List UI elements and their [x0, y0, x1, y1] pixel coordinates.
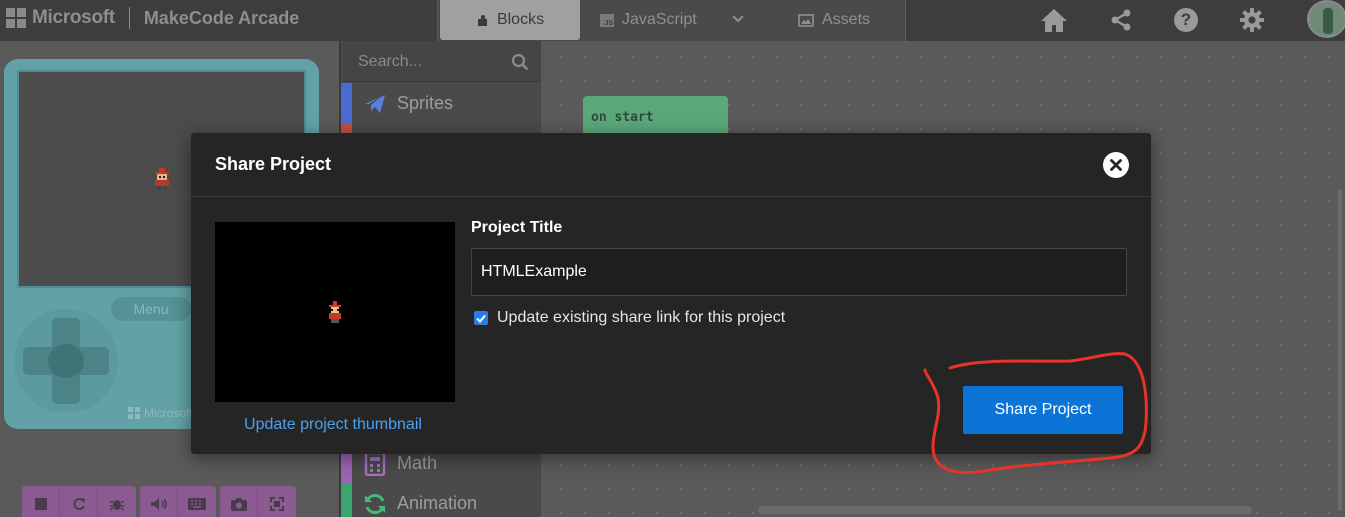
- settings-button[interactable]: [1238, 6, 1266, 34]
- stop-button[interactable]: [22, 486, 60, 517]
- console-brand-label: Microsoft: [144, 406, 193, 420]
- dpad-center: [48, 344, 84, 378]
- brand-divider: [128, 7, 130, 29]
- home-button[interactable]: [1040, 6, 1068, 34]
- home-icon: [1041, 9, 1067, 32]
- category-stripe: [341, 123, 352, 133]
- brand[interactable]: Microsoft MakeCode Arcade: [6, 0, 299, 36]
- category-sprites[interactable]: Sprites: [341, 83, 541, 123]
- category-label: Animation: [397, 493, 478, 513]
- fullscreen-icon: [270, 496, 284, 511]
- brand-name: Microsoft: [32, 7, 115, 28]
- keyboard-icon: [188, 497, 206, 510]
- category-label: Sprites: [397, 93, 454, 113]
- sim-button-group-1: [22, 486, 136, 517]
- screenshot-button[interactable]: [220, 486, 258, 517]
- update-share-link-checkbox[interactable]: [474, 311, 488, 325]
- update-share-link-label: Update existing share link for this proj…: [497, 309, 786, 326]
- project-title-input[interactable]: [471, 248, 1127, 296]
- project-thumbnail: [215, 222, 455, 402]
- category-next-stripe: [341, 123, 541, 133]
- share-icon: [1111, 9, 1131, 31]
- fullscreen-button[interactable]: [258, 486, 296, 517]
- share-project-dialog: Share Project Update project thumbnail P…: [191, 133, 1151, 454]
- tab-assets-label: Assets: [822, 11, 871, 28]
- project-title-label: Project Title: [471, 219, 563, 236]
- update-share-link-option[interactable]: Update existing share link for this proj…: [474, 309, 785, 327]
- editor-tabs: Blocks JS JavaScript Assets: [437, 0, 906, 42]
- app-name: MakeCode Arcade: [143, 7, 300, 28]
- category-stripe: [341, 483, 352, 517]
- tab-blocks[interactable]: Blocks: [440, 0, 580, 40]
- puzzle-icon: [477, 14, 487, 26]
- block-label: on start: [591, 110, 654, 125]
- tab-blocks-label: Blocks: [496, 11, 545, 28]
- top-menu-bar: Microsoft MakeCode Arcade Blocks JS Java…: [0, 0, 1345, 42]
- paper-plane-icon: [365, 95, 385, 113]
- gear-icon: [1240, 8, 1264, 32]
- calculator-icon: [364, 452, 386, 476]
- restart-icon: [73, 497, 85, 510]
- console-brand: Microsoft: [128, 406, 193, 420]
- avatar[interactable]: [1307, 0, 1345, 38]
- refresh-icon: [365, 493, 385, 515]
- menu-button[interactable]: Menu: [111, 297, 191, 321]
- checkmark-icon: [476, 314, 486, 323]
- sim-button-group-3: [220, 486, 296, 517]
- dialog-title: Share Project: [215, 154, 332, 174]
- vertical-scrollbar[interactable]: [1338, 189, 1342, 511]
- avatar-figure: [1323, 8, 1333, 34]
- js-icon: JS: [600, 13, 614, 27]
- toolbox-search[interactable]: Search...: [343, 41, 541, 82]
- tab-javascript[interactable]: JS JavaScript: [600, 0, 697, 40]
- debug-button[interactable]: [98, 486, 136, 517]
- player-sprite-icon: [155, 168, 169, 190]
- horizontal-scrollbar[interactable]: [758, 506, 1252, 514]
- category-stripe: [341, 83, 352, 123]
- debug-icon: [109, 499, 125, 511]
- microsoft-logo-icon: [128, 407, 140, 419]
- share-button[interactable]: [1107, 6, 1135, 34]
- close-icon: [1110, 159, 1122, 171]
- help-button[interactable]: ?: [1172, 6, 1200, 34]
- microsoft-logo-icon: [6, 8, 26, 28]
- restart-button[interactable]: [60, 486, 98, 517]
- sound-icon: [150, 497, 167, 510]
- tab-javascript-label: JavaScript: [622, 11, 697, 28]
- share-project-button[interactable]: Share Project: [963, 386, 1123, 434]
- search-input[interactable]: Search...: [358, 53, 422, 71]
- screenshot-icon: [230, 497, 247, 511]
- image-icon: [798, 13, 814, 27]
- sim-button-group-2: [140, 486, 216, 517]
- update-thumbnail-link[interactable]: Update project thumbnail: [215, 416, 451, 434]
- stop-icon: [34, 497, 47, 510]
- chevron-down-icon[interactable]: [731, 11, 745, 25]
- keyboard-button[interactable]: [178, 486, 216, 517]
- close-button[interactable]: [1103, 152, 1129, 178]
- tab-assets[interactable]: Assets: [798, 0, 870, 40]
- category-label: Math: [397, 453, 438, 473]
- search-icon[interactable]: [511, 53, 529, 71]
- dialog-header: Share Project: [191, 133, 1151, 197]
- mute-button[interactable]: [140, 486, 178, 517]
- category-animation[interactable]: Animation: [341, 483, 541, 517]
- help-icon: ?: [1174, 8, 1198, 32]
- player-sprite-icon: [329, 301, 341, 323]
